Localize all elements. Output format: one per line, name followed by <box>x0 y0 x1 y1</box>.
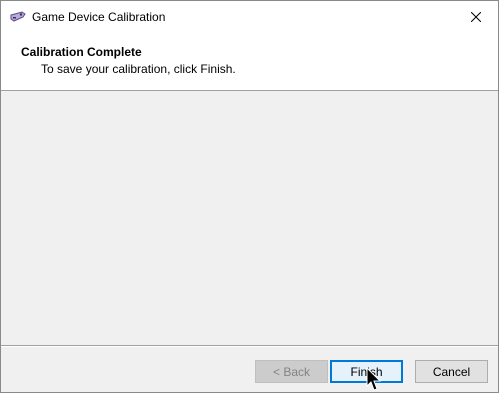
window-title: Game Device Calibration <box>32 10 166 24</box>
footer-divider-highlight <box>1 346 498 347</box>
calibration-dialog: Game Device Calibration Calibration Comp… <box>0 0 499 393</box>
back-button[interactable]: < Back <box>255 360 328 383</box>
game-controller-icon <box>10 11 26 22</box>
mouse-pointer-icon <box>366 367 382 391</box>
close-icon <box>470 11 481 22</box>
title-bar: Game Device Calibration <box>1 1 498 32</box>
close-button[interactable] <box>453 1 498 32</box>
cancel-button[interactable]: Cancel <box>415 360 488 383</box>
page-title: Calibration Complete <box>21 45 142 59</box>
page-subtitle: To save your calibration, click Finish. <box>41 62 236 76</box>
wizard-header: Calibration Complete To save your calibr… <box>1 32 498 91</box>
content-area <box>1 91 498 345</box>
